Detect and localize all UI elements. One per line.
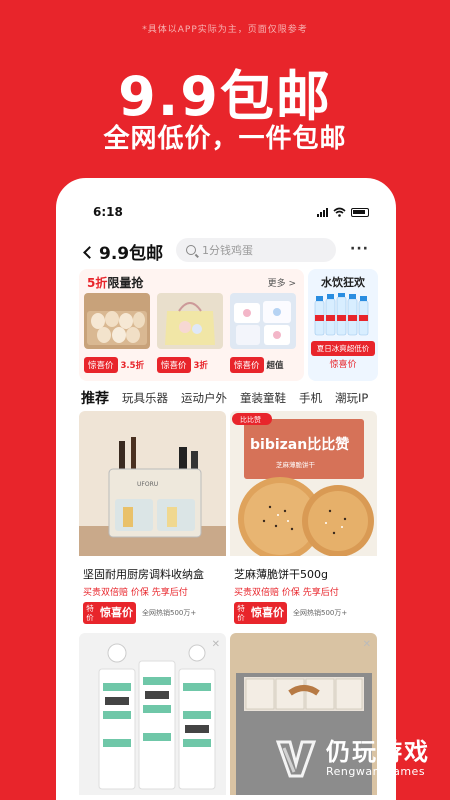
wifi-icon bbox=[333, 207, 346, 217]
battery-icon bbox=[351, 208, 369, 217]
price-value: 3.5折 bbox=[120, 361, 145, 371]
special-price-tag: 特价 bbox=[83, 602, 97, 624]
bag-image bbox=[157, 293, 223, 349]
svg-text:bibizan比比赞: bibizan比比赞 bbox=[250, 436, 349, 453]
svg-text:比比赞: 比比赞 bbox=[240, 415, 261, 424]
product-title: 芝麻薄脆饼干500g bbox=[234, 568, 328, 581]
drinks-title: 水饮狂欢 bbox=[321, 276, 365, 289]
tab-trendy-ip[interactable]: 潮玩IP bbox=[335, 390, 368, 406]
promo-subtitle: 全网低价，一件包邮 bbox=[103, 124, 347, 154]
flash-item[interactable]: 惊喜价 超值 bbox=[230, 293, 296, 373]
status-time: 6:18 bbox=[93, 205, 123, 219]
back-button[interactable]: 9.9包邮 bbox=[83, 239, 164, 264]
special-price-tag: 特价 bbox=[234, 602, 248, 624]
status-icons bbox=[317, 207, 369, 217]
search-placeholder: 1分钱鸡蛋 bbox=[202, 244, 253, 257]
phone-frame: 6:18 9.9包邮 1分钱鸡蛋 ··· 5折限量抢 更多 > 惊喜价 3.5折… bbox=[56, 178, 396, 800]
product-price-row: 特价 惊喜价 全网热销500万+ bbox=[230, 598, 377, 628]
more-options-button[interactable]: ··· bbox=[350, 241, 369, 257]
svg-text:芝麻薄脆饼干: 芝麻薄脆饼干 bbox=[276, 460, 316, 469]
product-card[interactable]: ✕ bbox=[79, 633, 226, 795]
promo-note: *具体以APP实际为主，页面仅限参考 bbox=[142, 25, 308, 35]
price-tag: 惊喜价 bbox=[157, 357, 191, 373]
tissue-image bbox=[230, 293, 296, 349]
close-icon[interactable]: ✕ bbox=[363, 639, 371, 650]
tab-phones[interactable]: 手机 bbox=[299, 390, 322, 406]
tab-outdoor[interactable]: 运动户外 bbox=[181, 390, 227, 406]
nav-bar: 9.9包邮 1分钱鸡蛋 ··· bbox=[61, 235, 391, 265]
sold-count: 全网热销500万+ bbox=[142, 609, 197, 617]
product-image-shoe-rack bbox=[79, 633, 226, 795]
water-bottles-image bbox=[314, 293, 369, 336]
flash-sale-panel[interactable]: 5折限量抢 更多 > 惊喜价 3.5折 惊喜价 3折 惊喜价 超值 bbox=[79, 269, 304, 381]
sold-count: 全网热销500万+ bbox=[293, 609, 348, 617]
price-tag: 惊喜价 bbox=[84, 357, 118, 373]
product-badges: 买贵双倍赔 价保 先享后付 bbox=[234, 588, 339, 598]
rengwan-logo-icon bbox=[275, 740, 317, 778]
surprise-price-tag: 惊喜价 bbox=[97, 602, 136, 624]
status-bar: 6:18 bbox=[61, 205, 391, 221]
product-badges: 买贵双倍赔 价保 先享后付 bbox=[83, 588, 188, 598]
flash-item[interactable]: 惊喜价 3折 bbox=[157, 293, 223, 373]
tab-recommend[interactable]: 推荐 bbox=[81, 388, 109, 408]
watermark-logo: 仍玩游戏 Rengwan Games bbox=[274, 736, 430, 780]
watermark-cn: 仍玩游戏 bbox=[326, 737, 430, 766]
svg-text:UFORU: UFORU bbox=[137, 481, 158, 488]
price-value: 超值 bbox=[266, 361, 284, 371]
price-value: 3折 bbox=[193, 361, 208, 371]
tab-toys[interactable]: 玩具乐器 bbox=[122, 390, 168, 406]
surprise-price-tag: 惊喜价 bbox=[248, 602, 287, 624]
flash-sale-title: 5折限量抢 bbox=[87, 276, 144, 290]
product-price-row: 特价 惊喜价 全网热销500万+ bbox=[79, 598, 226, 628]
nav-title: 9.9包邮 bbox=[99, 244, 164, 264]
category-tabs: 推荐 玩具乐器 运动户外 童装童鞋 手机 潮玩IP bbox=[81, 386, 391, 410]
watermark-en: Rengwan Games bbox=[326, 764, 426, 778]
drinks-price-label: 惊喜价 bbox=[329, 360, 357, 370]
product-image-organizer: UFORU bbox=[79, 411, 226, 556]
signal-icon bbox=[317, 207, 328, 217]
product-image-biscuits: bibizan比比赞 芝麻薄脆饼干 比比赞 bbox=[230, 411, 377, 561]
eggs-image bbox=[84, 293, 150, 349]
phone-screen: 6:18 9.9包邮 1分钱鸡蛋 ··· 5折限量抢 更多 > 惊喜价 3.5折… bbox=[61, 183, 391, 795]
search-icon bbox=[186, 245, 196, 255]
drinks-tag: 夏日冰爽超低价 bbox=[311, 341, 375, 356]
product-title: 坚固耐用厨房调料收纳盒 bbox=[83, 568, 204, 581]
flash-more-link[interactable]: 更多 > bbox=[268, 276, 296, 289]
price-tag: 惊喜价 bbox=[230, 357, 264, 373]
back-arrow-icon bbox=[83, 245, 96, 259]
drinks-panel[interactable]: 水饮狂欢 夏日冰爽超低价 惊喜价 bbox=[308, 269, 378, 381]
product-card[interactable]: UFORU 坚固耐用厨房调料收纳盒 买贵双倍赔 价保 先享后付 特价 惊喜价 全… bbox=[79, 411, 226, 628]
flash-item[interactable]: 惊喜价 3.5折 bbox=[84, 293, 150, 373]
product-card[interactable]: bibizan比比赞 芝麻薄脆饼干 比比赞 芝麻薄脆饼干500g 买贵双倍赔 价… bbox=[230, 411, 377, 628]
tab-kids-clothing[interactable]: 童装童鞋 bbox=[240, 390, 286, 406]
close-icon[interactable]: ✕ bbox=[212, 639, 220, 650]
search-input[interactable]: 1分钱鸡蛋 bbox=[176, 238, 336, 262]
